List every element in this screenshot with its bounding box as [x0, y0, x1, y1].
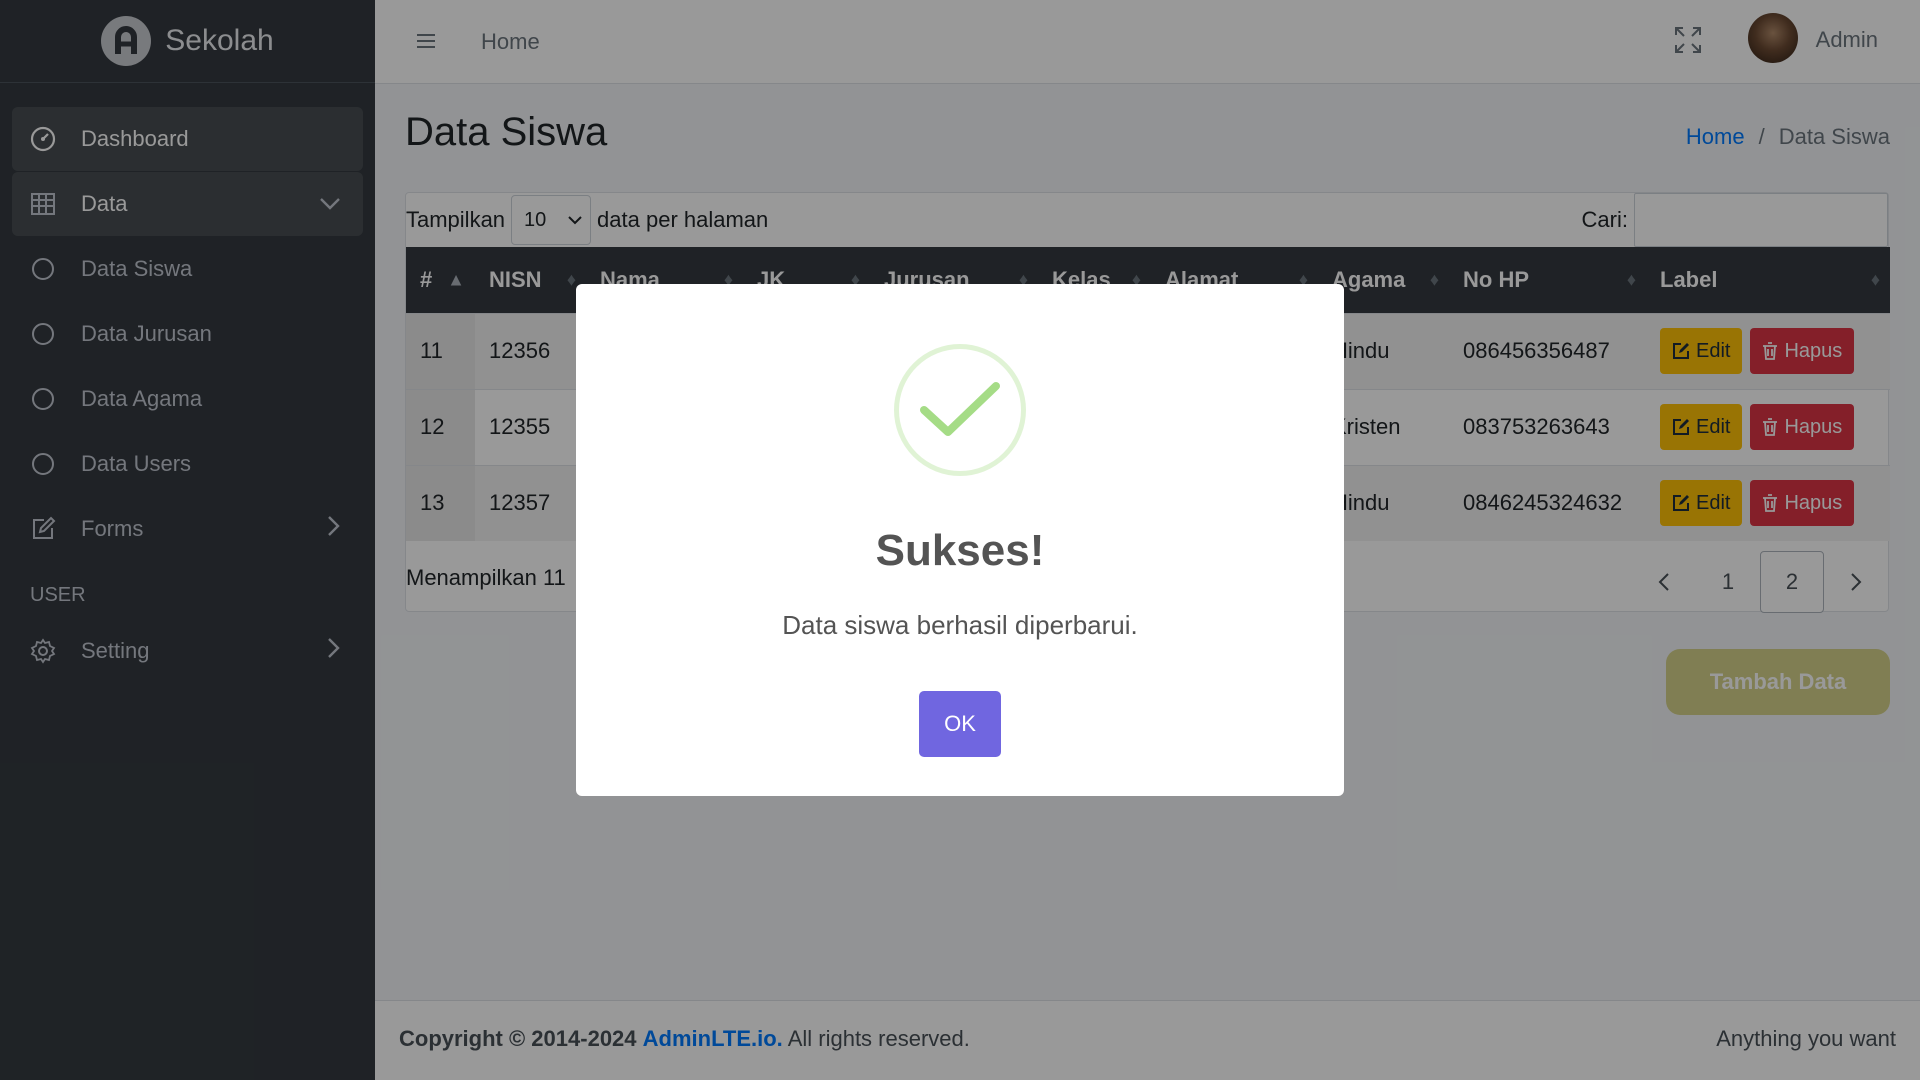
success-dialog: Sukses! Data siswa berhasil diperbarui. …	[576, 284, 1344, 796]
dialog-title: Sukses!	[875, 526, 1045, 575]
success-check-icon	[894, 344, 1026, 476]
dialog-message: Data siswa berhasil diperbarui.	[782, 610, 1138, 640]
ok-button[interactable]: OK	[919, 691, 1001, 757]
